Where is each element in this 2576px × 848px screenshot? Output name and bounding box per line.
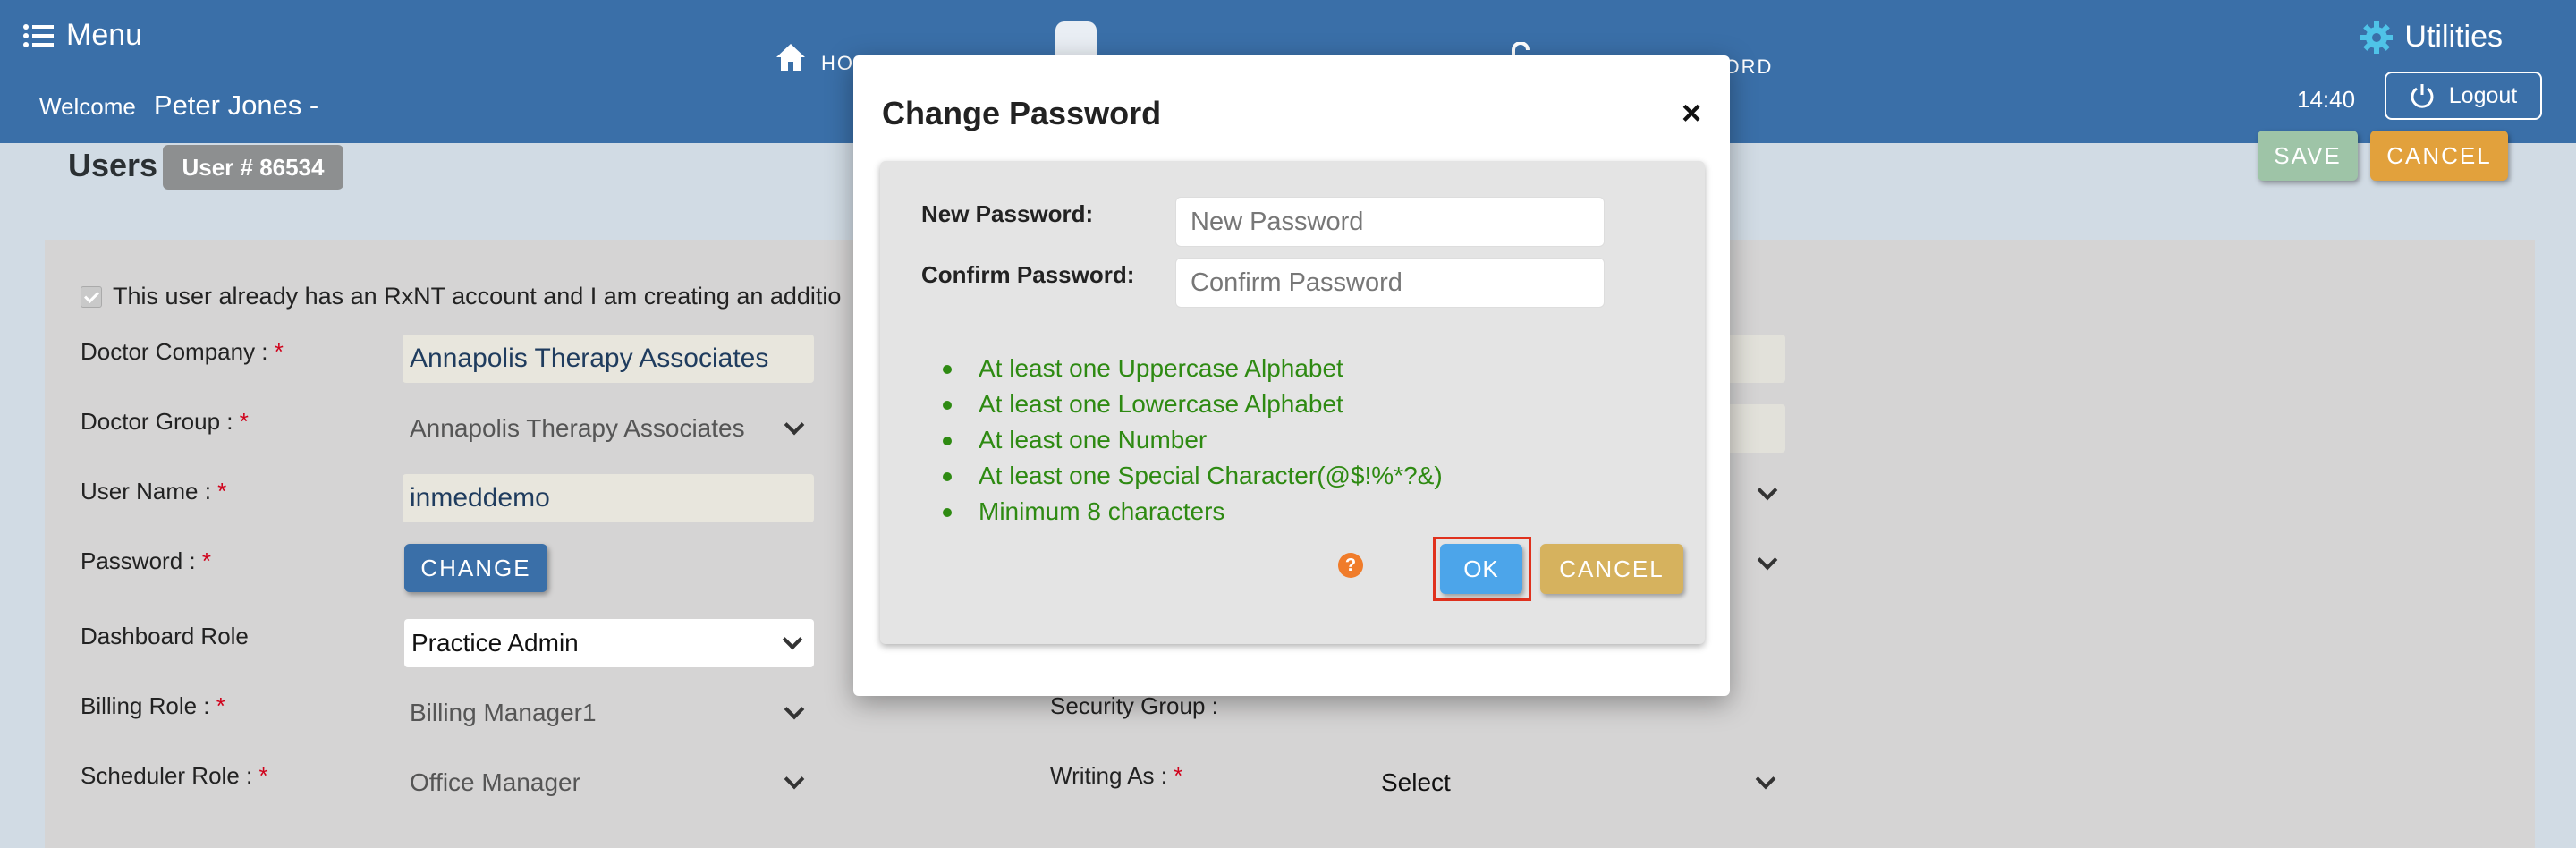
chevron-down-icon [784,414,805,436]
new-password-label: New Password: [921,200,1094,227]
welcome-label: Welcome [39,93,136,120]
change-password-dialog: Change Password × New Password: Confirm … [853,55,1730,696]
chevron-down-icon [1755,768,1776,790]
writing-as-value: Select [1381,768,1451,796]
user-name-label: User Name : * [80,478,227,505]
doctor-group-value: Annapolis Therapy Associates [410,414,745,442]
password-rules-list: At least one Uppercase Alphabet At least… [943,351,1443,530]
ok-button[interactable]: OK [1440,544,1522,594]
chevron-down-icon [784,768,805,790]
close-icon[interactable]: × [1682,97,1701,131]
gear-icon [2360,21,2394,54]
password-rule: At least one Lowercase Alphabet [943,386,1443,422]
dashboard-role-select[interactable]: Practice Admin [404,619,814,667]
utilities-button[interactable]: Utilities [2360,20,2503,55]
password-rule: At least one Number [943,422,1443,458]
utilities-label: Utilities [2404,20,2503,54]
home-icon [776,44,805,71]
dialog-title: Change Password [882,95,1162,131]
confirm-password-label: Confirm Password: [921,261,1135,288]
power-icon [2411,84,2434,108]
list-icon [23,23,54,47]
menu-button[interactable]: Menu [23,18,142,53]
change-password-button[interactable]: CHANGE [404,544,547,592]
user-name-field[interactable]: inmeddemo [402,474,814,522]
password-rule: Minimum 8 characters [943,494,1443,530]
scheduler-role-label: Scheduler Role : * [80,762,268,789]
clock-time: 14:40 [2297,86,2356,113]
help-icon[interactable]: ? [1338,553,1363,578]
page-cancel-button[interactable]: CANCEL [2370,131,2508,181]
existing-account-text: This user already has an RxNT account an… [113,283,842,310]
dashboard-role-value: Practice Admin [411,629,579,657]
welcome-area: Welcome Peter Jones - [39,89,318,122]
menu-label: Menu [66,18,143,52]
confirm-password-input[interactable] [1175,258,1605,308]
billing-role-select[interactable]: Billing Manager1 [402,689,816,737]
dialog-cancel-button[interactable]: CANCEL [1540,544,1683,594]
logout-label: Logout [2448,82,2518,108]
password-rule: At least one Special Character(@$!%*?&) [943,458,1443,494]
existing-account-checkbox-row[interactable]: This user already has an RxNT account an… [80,283,841,310]
save-button[interactable]: SAVE [2258,131,2358,181]
existing-account-checkbox[interactable] [80,285,102,308]
user-name: Peter Jones - [153,89,319,121]
security-group-label: Security Group : [1050,692,1218,719]
doctor-company-field[interactable]: Annapolis Therapy Associates [402,335,814,383]
chevron-down-icon [782,629,803,650]
dashboard-role-label: Dashboard Role [80,623,249,649]
chevron-down-icon [784,699,805,720]
doctor-company-label: Doctor Company : * [80,338,284,365]
page-title: Users [68,147,158,183]
brand-logo [1055,21,1097,57]
billing-role-label: Billing Role : * [80,692,225,719]
doctor-group-label: Doctor Group : * [80,408,249,435]
password-label: Password : * [80,547,211,574]
right-column-field-1[interactable] [1726,335,1785,383]
logout-button[interactable]: Logout [2385,72,2542,120]
billing-role-value: Billing Manager1 [410,699,597,726]
writing-as-select[interactable]: Select [1374,759,1787,807]
password-rule: At least one Uppercase Alphabet [943,351,1443,386]
dialog-body: New Password: Confirm Password: At least… [880,161,1705,644]
scheduler-role-select[interactable]: Office Manager [402,759,816,807]
new-password-input[interactable] [1175,197,1605,247]
user-number-badge: User # 86534 [163,145,343,190]
doctor-group-select[interactable]: Annapolis Therapy Associates [402,404,816,453]
right-column-field-2[interactable] [1726,404,1785,453]
scheduler-role-value: Office Manager [410,768,580,796]
writing-as-label: Writing As : * [1050,762,1183,789]
